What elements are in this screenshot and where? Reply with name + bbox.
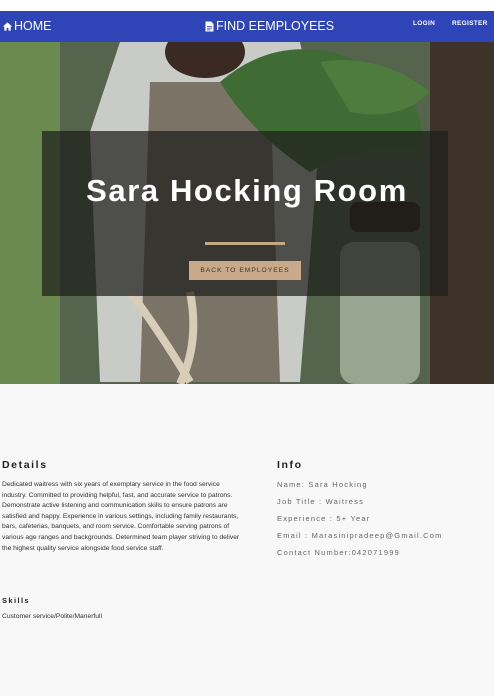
nav-find-employees-link[interactable]: FIND EEMPLOYEES — [205, 19, 334, 33]
document-icon — [205, 21, 214, 32]
nav-home-link[interactable]: HOME — [2, 19, 52, 33]
info-heading: Info — [277, 459, 303, 471]
details-text: Dedicated waitress with six years of exe… — [2, 481, 240, 552]
page-title: Sara Hocking Room — [86, 173, 408, 208]
nav-find-label: FIND EEMPLOYEES — [216, 19, 335, 33]
back-to-employees-button[interactable]: BACK TO EMPLOYEES — [189, 261, 301, 280]
register-link[interactable]: REGISTER — [452, 20, 488, 27]
skills-text: Customer service/Polite/Manerfull — [2, 613, 102, 620]
info-name: Name: Sara Hocking — [277, 480, 368, 489]
info-email: Email : Marasinipradeep@Gmail.Com — [277, 531, 443, 540]
navbar: HOME FIND EEMPLOYEES LOGIN REGISTER — [0, 11, 494, 42]
top-gap — [0, 0, 494, 11]
nav-home-label: HOME — [14, 19, 52, 33]
info-contact: Contact Number:042071999 — [277, 548, 401, 557]
page: HOME FIND EEMPLOYEES LOGIN REGISTER Sara… — [0, 0, 494, 696]
home-icon — [2, 21, 13, 32]
info-job-title: Job Title : Waitress — [277, 497, 365, 506]
info-experience: Experience : 5+ Year — [277, 514, 371, 523]
info-list: Name: Sara Hocking Job Title : Waitress … — [277, 480, 443, 565]
title-divider — [205, 242, 285, 245]
details-heading: Details — [2, 459, 48, 471]
skills-heading: Skills — [2, 596, 30, 605]
hero-banner: Sara Hocking Room BACK TO EMPLOYEES — [0, 42, 494, 384]
login-link[interactable]: LOGIN — [413, 20, 435, 27]
